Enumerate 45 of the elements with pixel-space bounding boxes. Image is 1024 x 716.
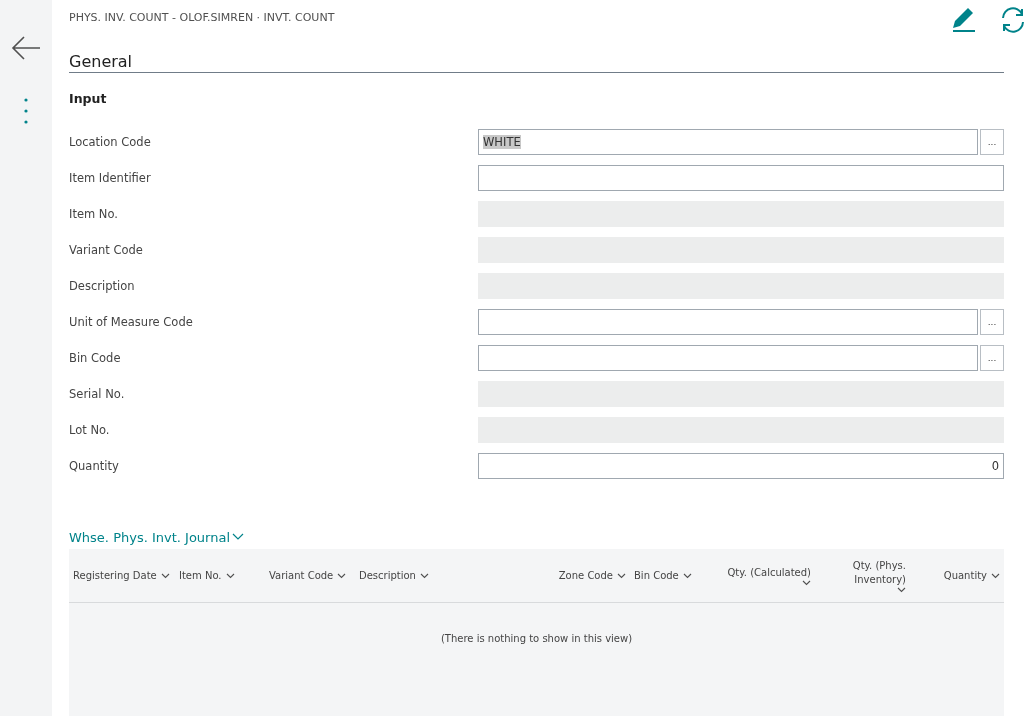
refresh-icon[interactable]	[1000, 6, 1024, 34]
column-header[interactable]: Variant Code	[265, 549, 355, 602]
chevron-down-icon	[337, 572, 347, 579]
chevron-down-icon	[897, 586, 906, 593]
field-label: Item Identifier	[69, 171, 152, 185]
input-field[interactable]	[478, 345, 978, 371]
chevron-down-icon	[991, 572, 1000, 579]
field-label: Lot No.	[69, 423, 111, 437]
empty-message: (There is nothing to show in this view)	[440, 633, 633, 644]
column-header[interactable]: Bin Code	[630, 549, 720, 602]
field-label: Serial No.	[69, 387, 126, 401]
journal-title[interactable]: Whse. Phys. Invt. Journal	[69, 527, 245, 547]
chevron-down-icon	[160, 572, 170, 579]
chevron-down-icon	[419, 572, 429, 579]
column-header[interactable]: Zone Code	[540, 549, 630, 602]
chevron-down-icon	[232, 533, 245, 541]
field-label: Quantity	[69, 459, 120, 473]
input-field[interactable]	[478, 309, 978, 335]
back-arrow-icon[interactable]	[11, 36, 41, 60]
input-field[interactable]	[478, 165, 1004, 191]
chevron-down-icon	[617, 572, 626, 579]
column-header[interactable]: Qty. (Phys. Inventory)	[815, 549, 910, 602]
column-header[interactable]: Item No.	[175, 549, 265, 602]
field-label: Bin Code	[69, 351, 122, 365]
section-heading[interactable]: General	[69, 52, 1004, 73]
lookup-button[interactable]: ...	[980, 129, 1004, 155]
column-header[interactable]: Quantity	[910, 549, 1004, 602]
chevron-down-icon	[225, 572, 235, 579]
page-breadcrumb: PHYS. INV. COUNT - OLOF.SIMREN · INVT. COUNT	[69, 10, 335, 24]
chevron-down-icon	[682, 572, 692, 579]
field-label: Unit of Measure Code	[69, 315, 194, 329]
column-header[interactable]: Qty. (Calculated)	[720, 549, 815, 602]
field-label: Variant Code	[69, 243, 144, 257]
more-options-icon[interactable]	[24, 98, 28, 124]
input-field[interactable]: 0	[478, 453, 1004, 479]
input-field[interactable]: WHITE	[478, 129, 978, 155]
lookup-button[interactable]: ...	[980, 345, 1004, 371]
lookup-button[interactable]: ...	[980, 309, 1004, 335]
chevron-down-icon	[802, 579, 811, 586]
field-label: Item No.	[69, 207, 119, 221]
column-header[interactable]: Description	[355, 549, 540, 602]
field-label: Description	[69, 279, 136, 293]
column-header[interactable]: Registering Date	[69, 549, 175, 602]
field-label: Location Code	[69, 135, 152, 149]
group-heading: Input	[69, 91, 108, 108]
